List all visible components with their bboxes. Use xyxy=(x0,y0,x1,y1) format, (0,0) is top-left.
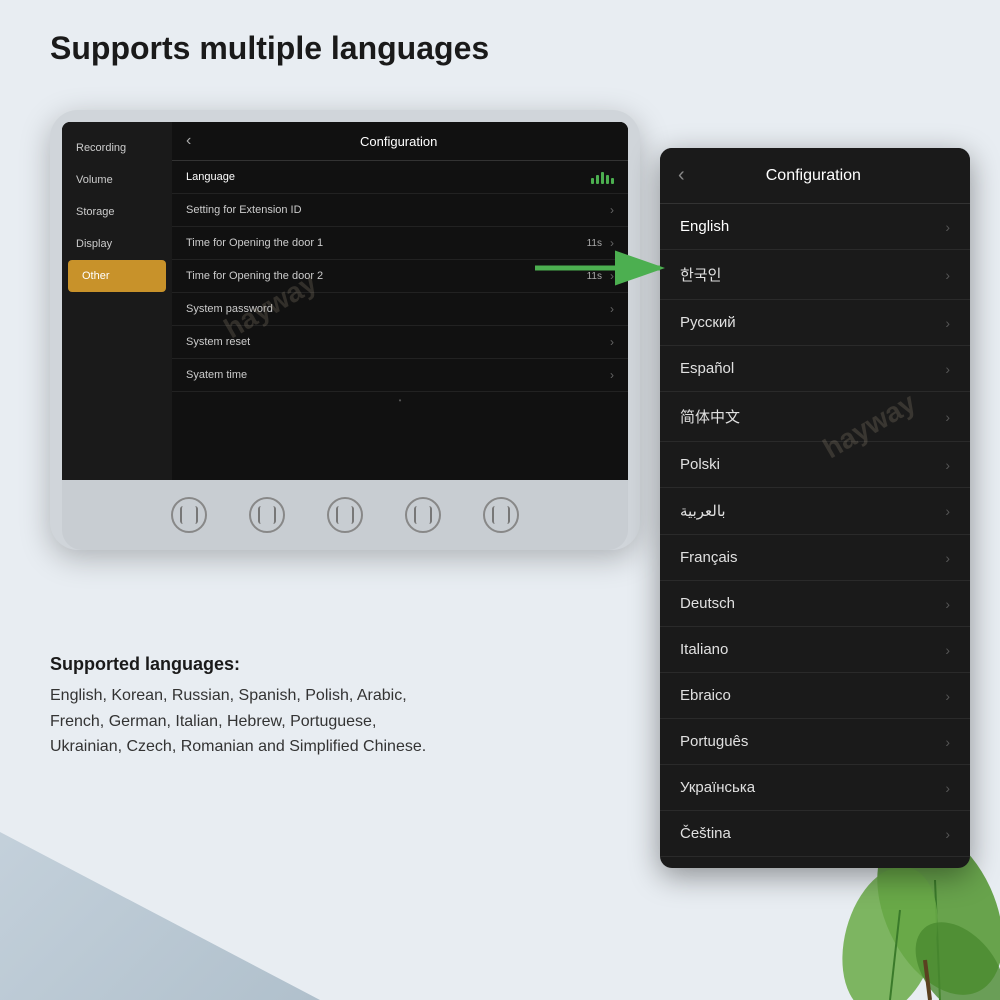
lang-label-chinese: 简体中文 xyxy=(680,406,740,427)
language-right-side xyxy=(591,170,614,184)
menu-label-extension-id: Setting for Extension ID xyxy=(186,204,302,216)
lang-item-italian[interactable]: Italiano › xyxy=(660,627,970,673)
device-button-4[interactable] xyxy=(405,497,441,533)
lang-label-czech: Čeština xyxy=(680,825,731,842)
lang-label-ukrainian: Українська xyxy=(680,779,755,796)
supported-text: English, Korean, Russian, Spanish, Polis… xyxy=(50,683,426,760)
sidebar-item-volume[interactable]: Volume xyxy=(62,164,172,196)
chevron-icon-french: › xyxy=(945,550,950,566)
lang-item-english[interactable]: English › xyxy=(660,204,970,250)
device-screen: Recording Volume Storage Display Other ‹… xyxy=(62,122,628,480)
lang-item-russian[interactable]: Русский › xyxy=(660,300,970,346)
device-bottom xyxy=(62,480,628,550)
chevron-icon-german: › xyxy=(945,596,950,612)
menu-value-door1: 11s xyxy=(587,238,602,249)
lang-label-polish: Polski xyxy=(680,456,720,473)
supported-section: Supported languages: English, Korean, Ru… xyxy=(50,654,426,760)
screen-dot: • xyxy=(172,392,628,409)
lang-panel-back-icon[interactable]: ‹ xyxy=(678,164,685,187)
screen-configuration-title: Configuration xyxy=(203,134,594,149)
menu-label-time: Syatem time xyxy=(186,369,247,381)
lang-label-hebrew: Ebraico xyxy=(680,687,731,704)
page-title: Supports multiple languages xyxy=(50,30,489,67)
screen-main: ‹ Configuration Language xyxy=(172,122,628,480)
lang-label-arabic: بالعربية xyxy=(680,502,726,520)
lang-item-german[interactable]: Deutsch › xyxy=(660,581,970,627)
language-signal-bars xyxy=(591,170,614,184)
bg-decor-left xyxy=(0,720,320,1000)
device-mockup: Recording Volume Storage Display Other ‹… xyxy=(50,110,640,550)
chevron-icon-time: › xyxy=(610,368,614,382)
bar-2 xyxy=(596,175,599,184)
lang-label-english: English xyxy=(680,218,729,235)
chevron-icon-korean: › xyxy=(945,267,950,283)
sidebar-item-storage[interactable]: Storage xyxy=(62,196,172,228)
screen-back-icon[interactable]: ‹ xyxy=(186,132,191,150)
chevron-icon-hebrew: › xyxy=(945,688,950,704)
chevron-icon-portuguese: › xyxy=(945,734,950,750)
chevron-icon-czech: › xyxy=(945,826,950,842)
lang-label-spanish: Español xyxy=(680,360,734,377)
chevron-icon-chinese: › xyxy=(945,409,950,425)
device-button-5[interactable] xyxy=(483,497,519,533)
lang-item-chinese[interactable]: 简体中文 › xyxy=(660,392,970,442)
language-panel: ‹ Configuration English › 한국인 › Русский … xyxy=(660,148,970,868)
bar-3 xyxy=(601,172,604,184)
chevron-icon-password: › xyxy=(610,302,614,316)
arrow-svg xyxy=(530,248,670,288)
supported-title: Supported languages: xyxy=(50,654,426,675)
menu-item-reset[interactable]: System reset › xyxy=(172,326,628,359)
lang-label-german: Deutsch xyxy=(680,595,735,612)
bar-4 xyxy=(606,175,609,184)
chevron-icon-arabic: › xyxy=(945,503,950,519)
menu-label-door1: Time for Opening the door 1 xyxy=(186,237,323,249)
sidebar-item-recording[interactable]: Recording xyxy=(62,132,172,164)
chevron-icon-italian: › xyxy=(945,642,950,658)
chevron-icon-polish: › xyxy=(945,457,950,473)
device-button-1[interactable] xyxy=(171,497,207,533)
lang-item-polish[interactable]: Polski › xyxy=(660,442,970,488)
sidebar-item-other[interactable]: Other xyxy=(68,260,166,292)
chevron-icon-english: › xyxy=(945,219,950,235)
menu-label-door2: Time for Opening the door 2 xyxy=(186,270,323,282)
chevron-icon-reset: › xyxy=(610,335,614,349)
lang-label-russian: Русский xyxy=(680,314,736,331)
arrow-container xyxy=(530,248,670,288)
chevron-icon-extension: › xyxy=(610,203,614,217)
device-button-2[interactable] xyxy=(249,497,285,533)
sidebar-item-display[interactable]: Display xyxy=(62,228,172,260)
menu-label-language: Language xyxy=(186,171,235,183)
lang-panel-title: Configuration xyxy=(695,167,932,185)
screen-header: ‹ Configuration xyxy=(172,122,628,161)
menu-item-password[interactable]: System password › xyxy=(172,293,628,326)
menu-item-time[interactable]: Syatem time › xyxy=(172,359,628,392)
lang-item-czech[interactable]: Čeština › xyxy=(660,811,970,857)
lang-item-hebrew[interactable]: Ebraico › xyxy=(660,673,970,719)
chevron-icon-russian: › xyxy=(945,315,950,331)
lang-panel-header: ‹ Configuration xyxy=(660,148,970,204)
screen-sidebar: Recording Volume Storage Display Other xyxy=(62,122,172,480)
lang-item-spanish[interactable]: Español › xyxy=(660,346,970,392)
lang-item-arabic[interactable]: بالعربية › xyxy=(660,488,970,535)
lang-list: English › 한국인 › Русский › Español › 简体中文… xyxy=(660,204,970,868)
lang-item-portuguese[interactable]: Português › xyxy=(660,719,970,765)
menu-label-reset: System reset xyxy=(186,336,250,348)
menu-item-extension-id[interactable]: Setting for Extension ID › xyxy=(172,194,628,227)
lang-item-french[interactable]: Français › xyxy=(660,535,970,581)
lang-item-korean[interactable]: 한국인 › xyxy=(660,250,970,300)
lang-item-ukrainian[interactable]: Українська › xyxy=(660,765,970,811)
lang-label-italian: Italiano xyxy=(680,641,728,658)
lang-label-portuguese: Português xyxy=(680,733,748,750)
device-button-3[interactable] xyxy=(327,497,363,533)
menu-item-language[interactable]: Language xyxy=(172,161,628,194)
lang-label-korean: 한국인 xyxy=(680,264,721,285)
lang-label-french: Français xyxy=(680,549,738,566)
lang-item-romanian[interactable]: Romanian › xyxy=(660,857,970,868)
bar-5 xyxy=(611,178,614,184)
chevron-icon-ukrainian: › xyxy=(945,780,950,796)
menu-label-password: System password xyxy=(186,303,273,315)
screen-menu-items: Language Setting for Extension ID › xyxy=(172,161,628,480)
chevron-icon-spanish: › xyxy=(945,361,950,377)
bar-1 xyxy=(591,178,594,184)
